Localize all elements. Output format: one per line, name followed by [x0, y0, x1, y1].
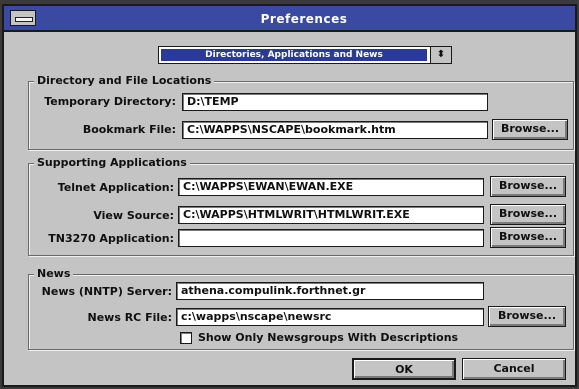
bookmark-file-label: Bookmark File: [82, 123, 176, 136]
apps-group-legend: Supporting Applications [34, 156, 190, 170]
category-selected: Directories, Applications and News [161, 49, 427, 61]
bookmark-file-input[interactable]: C:\WAPPS\NSCAPE\bookmark.htm [182, 121, 488, 139]
telnet-browse-button[interactable]: Browse... [490, 176, 566, 197]
system-menu-icon[interactable] [10, 10, 36, 26]
news-server-input[interactable]: athena.compulink.forthnet.gr [176, 282, 484, 300]
view-source-label: View Source: [93, 209, 174, 222]
view-source-input[interactable]: C:\WAPPS\HTMLWRIT\HTMLWRIT.EXE [178, 206, 484, 224]
cancel-button[interactable]: Cancel [462, 358, 566, 380]
show-descriptions-label[interactable]: Show Only Newsgroups With Descriptions [198, 329, 458, 347]
view-source-browse-button[interactable]: Browse... [490, 204, 566, 225]
temp-directory-input[interactable]: D:\TEMP [182, 93, 488, 111]
news-rc-file-label: News RC File: [87, 311, 173, 324]
directory-group-legend: Directory and File Locations [34, 74, 215, 88]
window-title: Preferences [260, 12, 348, 26]
dropdown-arrow-icon[interactable]: ⬍ [430, 47, 451, 63]
news-server-label: News (NNTP) Server: [41, 285, 172, 298]
news-rc-file-input[interactable]: c:\wapps\nscape\newsrc [176, 308, 484, 326]
title-bar[interactable]: Preferences [4, 6, 575, 32]
show-descriptions-checkbox[interactable] [180, 332, 192, 344]
ok-button[interactable]: OK [352, 358, 456, 380]
tn3270-input[interactable] [178, 229, 484, 247]
category-dropdown[interactable]: Directories, Applications and News ⬍ [158, 46, 452, 64]
temp-directory-label: Temporary Directory: [44, 95, 176, 108]
preferences-dialog: Preferences Directories, Applications an… [2, 4, 577, 387]
news-rc-browse-button[interactable]: Browse... [488, 306, 566, 327]
bookmark-browse-button[interactable]: Browse... [492, 119, 568, 140]
tn3270-browse-button[interactable]: Browse... [490, 227, 566, 248]
tn3270-label: TN3270 Application: [48, 232, 174, 245]
telnet-input[interactable]: C:\WAPPS\EWAN\EWAN.EXE [178, 178, 484, 196]
news-group-legend: News [34, 267, 74, 281]
telnet-label: Telnet Application: [57, 181, 174, 194]
